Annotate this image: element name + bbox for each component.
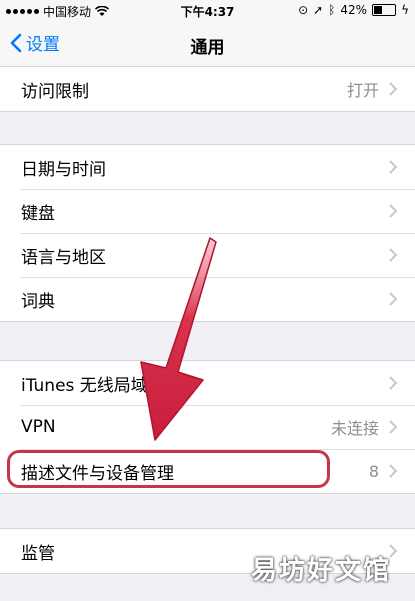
settings-group-restrictions: 访问限制 打开 <box>0 66 415 112</box>
chevron-right-icon <box>389 160 397 174</box>
chevron-right-icon <box>389 292 397 306</box>
battery-icon <box>372 4 397 16</box>
row-keyboard[interactable]: 键盘 <box>0 189 415 233</box>
chevron-right-icon <box>389 204 397 218</box>
status-bar: 中国移动 下午4:37 ⊙ ➚ ᛒ 42% ϟ <box>0 0 415 22</box>
row-value: 8 <box>368 461 379 481</box>
row-label: iTunes 无线局域网同步 <box>21 375 199 396</box>
row-date-time[interactable]: 日期与时间 <box>0 145 415 189</box>
row-label: 词典 <box>21 291 55 312</box>
bluetooth-icon: ᛒ <box>328 3 336 17</box>
row-language-region[interactable]: 语言与地区 <box>0 233 415 277</box>
navigation-bar: 设置 通用 <box>0 22 415 67</box>
chevron-right-icon <box>389 376 397 390</box>
row-label: 语言与地区 <box>21 247 106 268</box>
row-label: 访问限制 <box>21 81 89 102</box>
chevron-right-icon <box>389 420 397 434</box>
row-value: 打开 <box>346 81 379 100</box>
settings-group-input: 日期与时间 键盘 语言与地区 词典 <box>0 144 415 322</box>
watermark-text: 易坊好文馆 <box>250 556 391 586</box>
battery-fill <box>374 6 382 14</box>
chevron-right-icon <box>389 464 397 478</box>
row-value: 未连接 <box>330 419 379 438</box>
location-icon: ➚ <box>313 3 324 17</box>
page-title: 通用 <box>190 38 225 58</box>
settings-group-network: iTunes 无线局域网同步 VPN 未连接 描述文件与设备管理 8 <box>0 360 415 494</box>
charging-icon: ϟ <box>401 3 409 17</box>
chevron-right-icon <box>389 248 397 262</box>
battery-percent: 42% <box>340 3 368 17</box>
row-itunes-wifi-sync[interactable]: iTunes 无线局域网同步 <box>0 361 415 405</box>
rotation-lock-icon: ⊙ <box>298 3 309 17</box>
chevron-right-icon <box>389 82 397 96</box>
row-restrictions[interactable]: 访问限制 打开 <box>0 67 415 111</box>
row-label: 描述文件与设备管理 <box>21 463 174 484</box>
row-label: 键盘 <box>21 203 55 224</box>
row-vpn[interactable]: VPN 未连接 <box>0 405 415 449</box>
row-profiles-device-management[interactable]: 描述文件与设备管理 8 <box>0 449 415 493</box>
row-label: 日期与时间 <box>21 159 106 180</box>
row-label: VPN <box>21 417 56 437</box>
row-dictionary[interactable]: 词典 <box>0 277 415 321</box>
